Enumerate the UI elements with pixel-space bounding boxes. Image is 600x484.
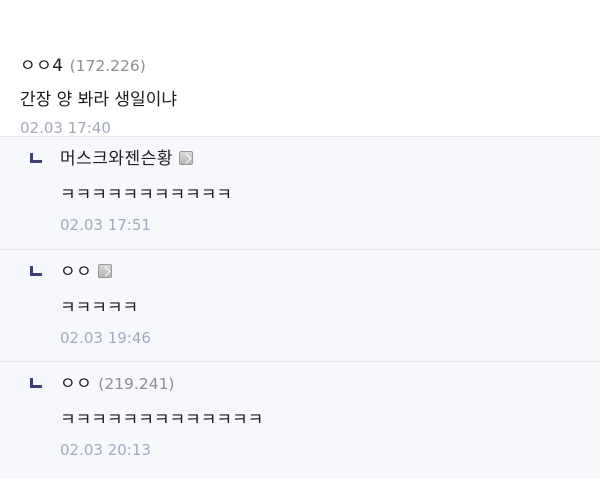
- gallog-icon[interactable]: [98, 264, 113, 278]
- reply-nickname[interactable]: 머스크와젠슨황: [60, 149, 173, 169]
- comment-thread: ㅇㅇ4 (172.226) 간장 양 봐라 생일이냐 02.03 17:40 머…: [0, 0, 600, 484]
- reply-ip: (219.241): [98, 375, 175, 393]
- gallog-icon[interactable]: [178, 151, 193, 165]
- reply-item: ㅇㅇ ㅋㅋㅋㅋㅋ 02.03 19:46: [0, 249, 600, 361]
- bottom-spacer: [0, 473, 600, 479]
- reply-nickname[interactable]: ㅇㅇ: [60, 374, 92, 394]
- reply-date: 02.03 19:46: [60, 329, 151, 347]
- reply-author: ㅇㅇ: [60, 262, 580, 282]
- reply-date: 02.03 20:13: [60, 441, 151, 459]
- reply-nickname[interactable]: ㅇㅇ: [60, 262, 92, 282]
- comment-ip: (172.226): [69, 57, 146, 75]
- comment-author: ㅇㅇ4 (172.226): [20, 56, 580, 76]
- comment-text: 간장 양 봐라 생일이냐: [20, 90, 177, 110]
- reply-text: ㅋㅋㅋㅋㅋ: [60, 298, 139, 318]
- reply-date: 02.03 17:51: [60, 216, 151, 234]
- reply-arrow-icon: [30, 266, 42, 276]
- reply-item: 머스크와젠슨황 ㅋㅋㅋㅋㅋㅋㅋㅋㅋㅋㅋ 02.03 17:51: [0, 136, 600, 249]
- reply-arrow-icon: [30, 153, 42, 163]
- reply-author: ㅇㅇ (219.241): [60, 374, 580, 394]
- comment-nickname[interactable]: ㅇㅇ4: [20, 56, 64, 76]
- reply-arrow-icon: [30, 378, 42, 388]
- reply-author: 머스크와젠슨황: [60, 149, 580, 169]
- comment-date: 02.03 17:40: [20, 119, 111, 137]
- comment: ㅇㅇ4 (172.226) 간장 양 봐라 생일이냐 02.03 17:40: [0, 40, 600, 137]
- top-spacer: [0, 0, 600, 40]
- reply-text: ㅋㅋㅋㅋㅋㅋㅋㅋㅋㅋㅋㅋㅋ: [60, 410, 264, 430]
- reply-text: ㅋㅋㅋㅋㅋㅋㅋㅋㅋㅋㅋ: [60, 185, 233, 205]
- reply-item: ㅇㅇ (219.241) ㅋㅋㅋㅋㅋㅋㅋㅋㅋㅋㅋㅋㅋ 02.03 20:13: [0, 361, 600, 473]
